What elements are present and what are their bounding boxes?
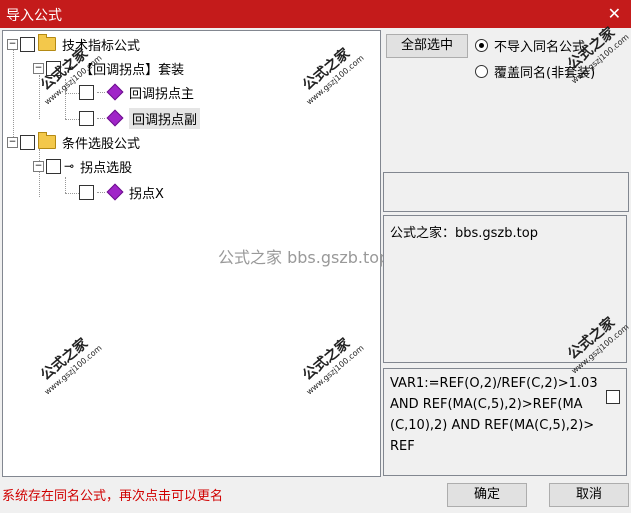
node-label: 拐点选股 [80,160,133,176]
node-checkbox[interactable] [79,184,94,200]
formula-box[interactable]: VAR1:=REF(O,2)/REF(C,2)>1.03 AND REF(MA(… [383,368,627,476]
collapse-icon[interactable]: − [33,160,44,172]
tree-connector [65,193,79,194]
center-watermark: 公式之家 bbs.gszb.top [218,248,390,267]
title-bar: 导入公式 ✕ [0,0,631,28]
tree-node-turning-select[interactable]: − ⊸ 拐点选股 [33,155,132,177]
radio-no-import[interactable]: 不导入同名公式 [475,36,585,55]
collapse-icon[interactable]: − [7,136,18,148]
collapse-icon[interactable]: − [7,38,18,50]
description-text: 公式之家：bbs.gszb.top [390,226,538,241]
node-checkbox[interactable] [46,158,61,174]
node-label: 回调拐点主 [129,86,195,102]
collapse-icon[interactable]: − [33,62,44,74]
key-icon: ⊸ [64,159,75,173]
tree-connector [97,191,105,193]
tree-node-turning-x[interactable]: 拐点X [79,181,164,203]
info-box [383,172,629,212]
folder-icon [38,132,56,149]
window-title: 导入公式 [6,8,62,24]
tree-connector [65,177,66,193]
tree-node-condition-formulas[interactable]: − 条件选股公式 [7,131,140,153]
tree-connector [65,119,79,120]
node-checkbox[interactable] [20,134,35,150]
watermark: 公式之家 www.gszj100.com [299,335,366,397]
tree-connector [97,91,105,93]
radio-indicator[interactable] [475,65,488,78]
gem-icon [106,83,124,101]
gem-icon [106,183,124,201]
formula-checkbox[interactable] [606,390,620,404]
node-checkbox[interactable] [79,110,94,126]
status-message: 系统存在同名公式，再次点击可以更名 [2,489,224,504]
watermark: 公式之家 www.gszj100.com [299,45,366,107]
formula-text: VAR1:=REF(O,2)/REF(C,2)>1.03 AND REF(MA(… [390,376,598,454]
radio-label: 不导入同名公式 [494,40,586,55]
node-label: 回调拐点副 [129,107,201,129]
tree-node-sub[interactable]: 回调拐点副 [79,107,201,129]
tree-node-main[interactable]: 回调拐点主 [79,81,194,103]
folder-icon [38,34,56,51]
tree-connector [97,117,105,119]
select-all-button[interactable]: 全部选中 [386,34,468,58]
radio-indicator[interactable] [475,39,488,52]
gem-icon [106,109,124,127]
ok-button[interactable]: 确定 [447,483,527,507]
node-checkbox[interactable] [79,84,94,100]
cancel-button[interactable]: 取消 [549,483,629,507]
watermark: 公式之家 www.gszj100.com [37,335,104,397]
node-checkbox[interactable] [20,36,35,52]
node-label: 拐点X [129,186,164,202]
node-label: 条件选股公式 [62,136,141,152]
